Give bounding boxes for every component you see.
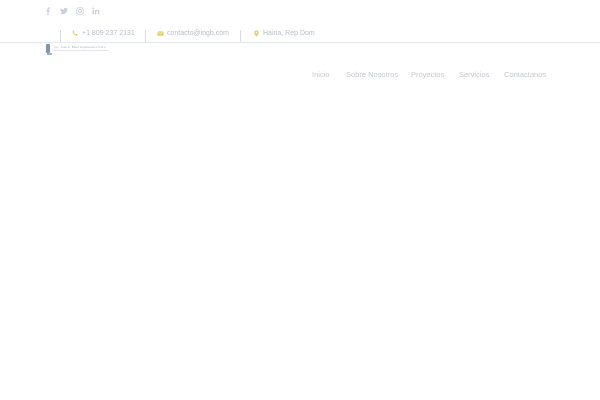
- location-text: Haina, Rep Dom: [263, 29, 315, 37]
- divider: [145, 30, 146, 42]
- page: +1 809 237 2131 contacto@ingb.com Haina,…: [0, 0, 600, 400]
- social-links: [44, 4, 100, 18]
- twitter-icon[interactable]: [60, 6, 68, 16]
- nav-item-servicios[interactable]: Servicios: [459, 69, 489, 81]
- company-logo[interactable]: Ing. José A. Báez Arquitectura S.R.L.: [46, 44, 110, 56]
- contact-bar: +1 809 237 2131 contacto@ingb.com Haina,…: [0, 26, 600, 42]
- nav-item-contactanos[interactable]: Contactanos: [504, 69, 546, 81]
- map-pin-icon: [254, 29, 259, 37]
- divider: [240, 30, 241, 42]
- phone-contact[interactable]: +1 809 237 2131: [72, 27, 135, 39]
- location-contact: Haina, Rep Dom: [253, 27, 315, 39]
- main-nav: Inicio Sobre Nosotros Proyectos Servicio…: [0, 69, 600, 83]
- logo-text: Ing. José A. Báez Arquitectura S.R.L.: [54, 45, 108, 49]
- logo-underline: [54, 50, 108, 51]
- logo-mark: [46, 44, 52, 55]
- instagram-icon[interactable]: [76, 6, 84, 16]
- nav-item-inicio[interactable]: Inicio: [312, 69, 330, 81]
- divider: [60, 30, 61, 42]
- linkedin-icon[interactable]: [92, 6, 100, 16]
- header-divider: [0, 42, 600, 43]
- email-contact[interactable]: contacto@ingb.com: [157, 27, 229, 39]
- facebook-icon[interactable]: [44, 6, 52, 16]
- nav-item-sobre-nosotros[interactable]: Sobre Nosotros: [346, 69, 398, 81]
- phone-text: +1 809 237 2131: [82, 29, 135, 37]
- nav-item-proyectos[interactable]: Proyectos: [411, 69, 444, 81]
- email-text: contacto@ingb.com: [167, 29, 229, 37]
- phone-icon: [72, 30, 78, 36]
- envelope-icon: [157, 30, 164, 36]
